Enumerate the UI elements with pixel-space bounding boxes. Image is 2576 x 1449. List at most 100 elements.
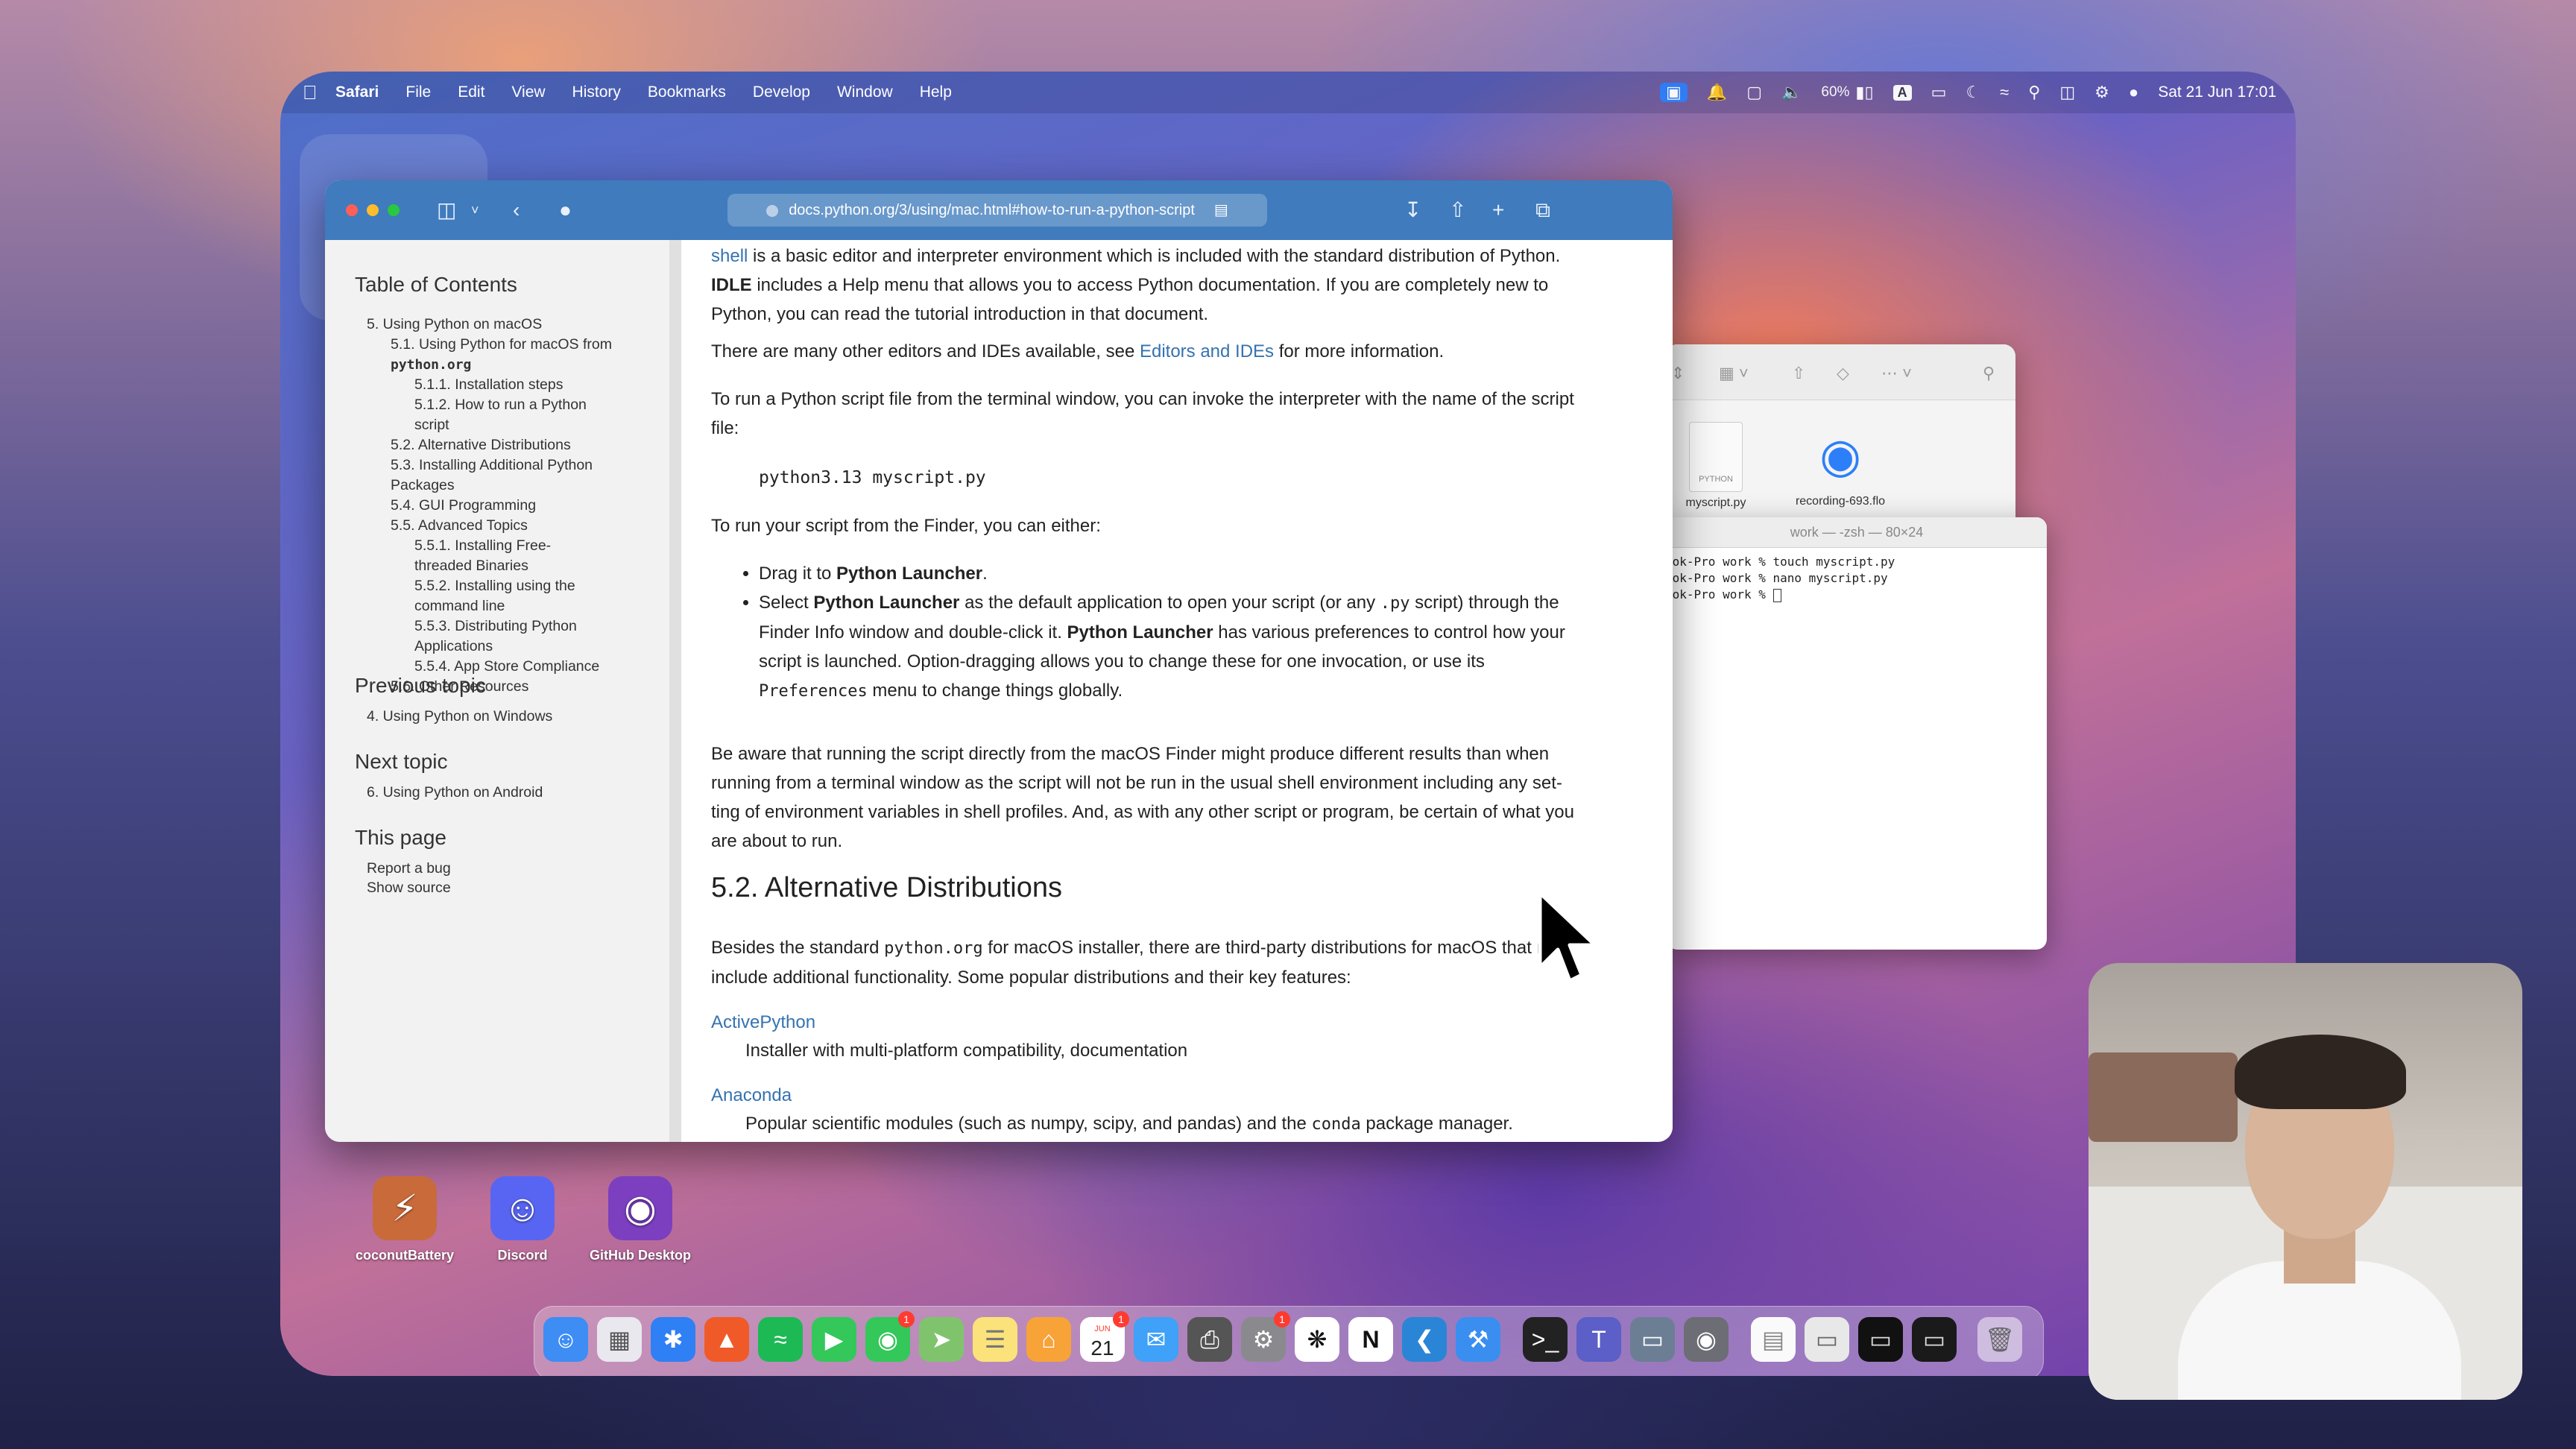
menu-help[interactable]: Help [920, 83, 952, 101]
menu-view[interactable]: View [511, 83, 545, 101]
toc-item[interactable]: 5. Using Python on macOS [367, 315, 657, 335]
terminal-output[interactable]: ook-Pro work % touch myscript.py ook-Pro… [1667, 554, 2047, 603]
desktop-icon-github-desktop[interactable]: ◉ GitHub Desktop [584, 1176, 696, 1263]
anaconda-link[interactable]: Anaconda [711, 1081, 1658, 1110]
home-dock-icon[interactable]: ⌂ [1026, 1317, 1071, 1362]
volume-icon[interactable]: 🔈 [1781, 83, 1802, 102]
document-dock-icon[interactable]: ▤ [1751, 1317, 1796, 1362]
tab-overview-icon[interactable]: ⧉ [1535, 197, 1550, 224]
minimized-window-dock-icon[interactable]: ▭ [1805, 1317, 1849, 1362]
toc-item[interactable]: 5.1. Using Python for macOS from [367, 335, 657, 355]
mail-dock-icon[interactable]: ✉ [1134, 1317, 1178, 1362]
notion-dock-icon[interactable]: N [1348, 1317, 1393, 1362]
trash-dock-icon[interactable]: 🗑 [1977, 1317, 2022, 1362]
input-source-icon[interactable]: A [1892, 84, 1912, 101]
profile-icon[interactable]: ● [559, 197, 572, 224]
chatgpt-dock-icon[interactable]: ❋ [1295, 1317, 1339, 1362]
previous-topic-link[interactable]: 4. Using Python on Windows [367, 708, 552, 725]
new-tab-icon[interactable]: + [1492, 197, 1504, 224]
chevron-down-icon[interactable]: ˅ [471, 197, 479, 224]
spotify-dock-icon[interactable]: ≈ [758, 1317, 803, 1362]
show-source-link[interactable]: Show source [367, 880, 451, 897]
finder-search-icon[interactable]: ⚲ [1983, 364, 1995, 383]
focus-moon-icon[interactable]: ☾ [1966, 83, 1980, 102]
toc-item[interactable]: Packages [367, 476, 657, 496]
launchpad-dock-icon[interactable]: ▦ [597, 1317, 642, 1362]
more-actions-icon[interactable]: ⋯ ˅ [1881, 364, 1912, 383]
toc-item[interactable]: 5.4. GUI Programming [367, 496, 657, 516]
toc-item[interactable]: command line [367, 596, 657, 616]
menu-edit[interactable]: Edit [458, 83, 484, 101]
notes-dock-icon[interactable]: ☰ [973, 1317, 1017, 1362]
messages-dock-icon[interactable]: ◉ 1 [865, 1311, 915, 1362]
file-myscript[interactable]: PYTHON myscript.py [1671, 422, 1761, 510]
desktop-icon-discord[interactable]: ☺ Discord [467, 1176, 578, 1263]
sidebar-toggle-icon[interactable]: ◫ [437, 197, 456, 224]
minimized-terminal-dock-icon[interactable]: ▭ [1858, 1317, 1903, 1362]
screen-sharing-dock-icon[interactable]: ▭ [1630, 1317, 1675, 1362]
report-bug-link[interactable]: Report a bug [367, 860, 451, 877]
editors-and-ides-link[interactable]: Editors and IDEs [1140, 341, 1274, 362]
notification-icon[interactable]: 🔔 [1707, 83, 1727, 102]
stage-manager-icon[interactable]: ◫ [2059, 83, 2075, 102]
next-topic-link[interactable]: 6. Using Python on Android [367, 784, 543, 801]
toc-item[interactable]: script [367, 415, 657, 435]
maps-dock-icon[interactable]: ➤ [919, 1317, 964, 1362]
menu-bookmarks[interactable]: Bookmarks [648, 83, 726, 101]
screen-record-icon[interactable]: ▣ [1659, 83, 1688, 102]
back-icon[interactable]: ‹ [513, 197, 520, 224]
screenshot-dock-icon[interactable]: ◉ [1684, 1317, 1729, 1362]
desktop-icon-coconutbattery[interactable]: ⚡ coconutBattery [349, 1176, 461, 1263]
toc-item[interactable]: 5.2. Alternative Distributions [367, 435, 657, 455]
share-icon[interactable]: ⇧ [1792, 364, 1805, 383]
toc-item[interactable]: 5.1.1. Installation steps [367, 375, 657, 395]
zoom-window-button[interactable] [388, 204, 400, 216]
facetime-dock-icon[interactable]: ▶ [812, 1317, 856, 1362]
downloads-icon[interactable]: ↧ [1404, 197, 1421, 224]
minimized-window-2-dock-icon[interactable]: ▭ [1912, 1317, 1957, 1362]
menu-window[interactable]: Window [837, 83, 893, 101]
address-bar[interactable]: docs.python.org/3/using/mac.html#how-to-… [727, 194, 1267, 227]
printer-dock-icon[interactable]: ⎙ [1187, 1317, 1232, 1362]
file-recording[interactable]: ◉ recording-693.flo [1784, 422, 1896, 508]
share-icon[interactable]: ⇧ [1449, 197, 1466, 224]
screen-mirroring-icon[interactable]: ▭ [1931, 83, 1947, 102]
toc-item[interactable]: Applications [367, 637, 657, 657]
toc-item[interactable]: 5.1.2. How to run a Python [367, 395, 657, 415]
menu-clock[interactable]: Sat 21 Jun 17:01 [2158, 83, 2276, 101]
vscode-dock-icon[interactable]: ❮ [1402, 1317, 1447, 1362]
menu-file[interactable]: File [405, 83, 431, 101]
siri-icon[interactable]: ● [2129, 83, 2138, 102]
activepython-link[interactable]: ActivePython [711, 1008, 1658, 1037]
battery-percent[interactable]: 60% [1821, 84, 1849, 101]
menu-develop[interactable]: Develop [753, 83, 810, 101]
calendar-dock-icon[interactable]: JUN 21 1 [1080, 1311, 1129, 1362]
finder-dock-icon[interactable]: ☺ [543, 1317, 588, 1362]
toc-item[interactable]: threaded Binaries [367, 556, 657, 576]
safari-dock-icon[interactable]: ✱ [651, 1317, 695, 1362]
reader-icon[interactable]: ▤ [1214, 202, 1228, 218]
view-options-icon[interactable]: ⇕ [1671, 364, 1685, 383]
toc-item[interactable]: 5.5.3. Distributing Python [367, 616, 657, 637]
toc-item[interactable]: 5.5. Advanced Topics [367, 516, 657, 536]
wifi-icon[interactable]: ≈ [2000, 83, 2009, 102]
minimize-window-button[interactable] [367, 204, 379, 216]
battery-icon[interactable]: ▮▯ [1855, 83, 1873, 102]
brave-dock-icon[interactable]: ▲ [704, 1317, 749, 1362]
menu-history[interactable]: History [572, 83, 621, 101]
shell-link[interactable]: shell [711, 246, 748, 266]
menu-safari[interactable]: Safari [335, 83, 379, 101]
toc-item[interactable]: 5.5.1. Installing Free- [367, 536, 657, 556]
control-center-icon[interactable]: ⚙ [2094, 83, 2109, 102]
apple-menu-icon[interactable]:  [303, 83, 321, 102]
display-icon[interactable]: ▢ [1746, 83, 1762, 102]
grid-view-icon[interactable]: ▦ ˅ [1719, 364, 1749, 383]
toc-item[interactable]: python.org [367, 355, 657, 375]
xcode-dock-icon[interactable]: ⚒ [1456, 1317, 1500, 1362]
teams-dock-icon[interactable]: T [1576, 1317, 1621, 1362]
system-settings-dock-icon[interactable]: ⚙ 1 [1241, 1311, 1290, 1362]
close-window-button[interactable] [346, 204, 358, 216]
tag-icon[interactable]: ◇ [1837, 364, 1849, 383]
terminal-dock-icon[interactable]: >_ [1523, 1317, 1568, 1362]
terminal-window[interactable]: work — -zsh — 80×24 ook-Pro work % touch… [1667, 517, 2047, 950]
